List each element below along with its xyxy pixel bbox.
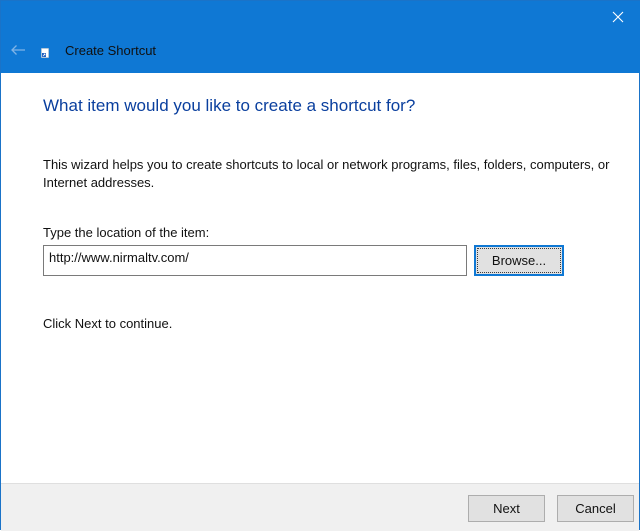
back-button[interactable] <box>1 35 35 65</box>
title-bar: Create Shortcut <box>1 1 640 73</box>
location-input[interactable] <box>43 245 467 276</box>
browse-label: Browse... <box>477 248 561 273</box>
create-shortcut-window: Create Shortcut What item would you like… <box>0 0 640 531</box>
back-arrow-icon <box>11 45 25 55</box>
cancel-button[interactable]: Cancel <box>557 495 634 522</box>
wizard-description: This wizard helps you to create shortcut… <box>43 157 610 190</box>
window-title: Create Shortcut <box>65 43 157 58</box>
close-button[interactable] <box>595 1 640 33</box>
browse-button[interactable]: Browse... <box>474 245 564 276</box>
next-button[interactable]: Next <box>468 495 545 522</box>
location-label: Type the location of the item: <box>43 225 210 240</box>
page-heading: What item would you like to create a sho… <box>43 96 416 115</box>
continue-hint: Click Next to continue. <box>43 316 173 331</box>
close-icon <box>612 11 624 23</box>
shortcut-icon <box>41 48 49 58</box>
